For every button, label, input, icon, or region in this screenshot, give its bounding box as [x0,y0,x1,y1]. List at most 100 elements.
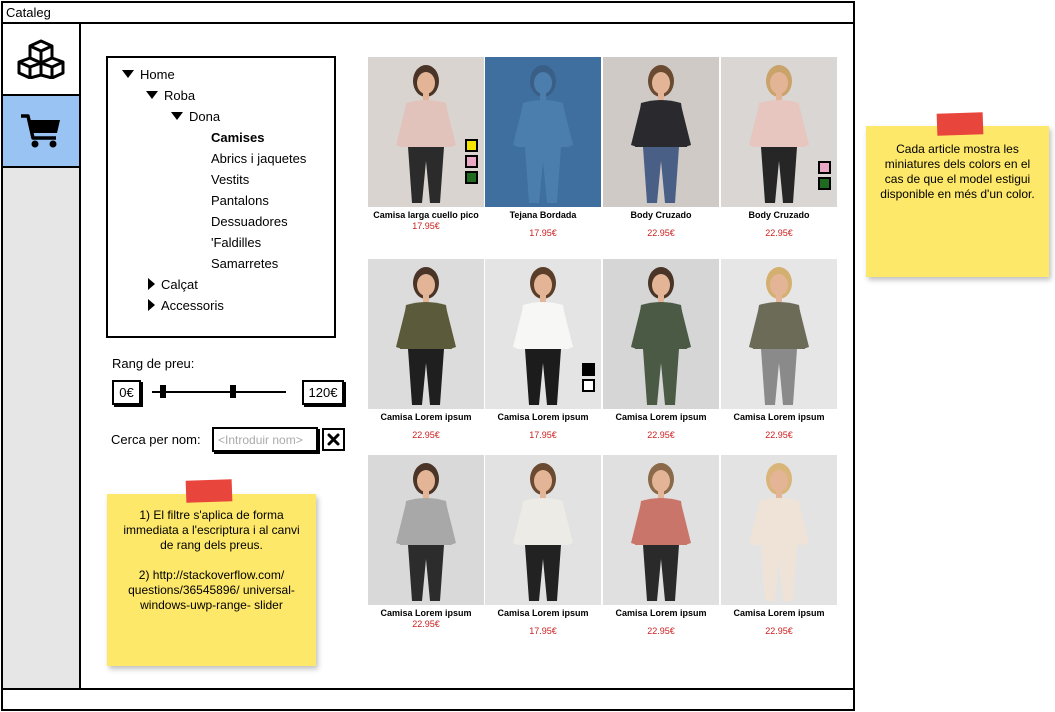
model-figure [631,267,691,405]
product-name: Camisa Lorem ipsum [380,412,472,422]
model-figure [631,463,691,601]
product-card[interactable]: Camisa Lorem ipsum 17.95€ [485,259,601,441]
close-icon [327,433,340,446]
product-price: 17.95€ [529,430,557,440]
category-tree: Home Roba Dona Camises Abrics i jaquetes… [106,56,336,338]
sidebar-item-cart[interactable] [3,96,79,168]
price-range-slider[interactable] [152,391,286,393]
price-range-label: Rang de preu: [112,356,195,371]
product-photo [603,57,719,207]
product-price: 22.95€ [412,619,440,629]
product-name: Camisa Lorem ipsum [497,608,589,618]
tree-node-pantalons[interactable]: Pantalons [211,193,269,209]
expand-down-icon [146,91,158,99]
tree-node-dona[interactable]: Dona [171,109,220,125]
product-card[interactable]: Camisa Lorem ipsum 22.95€ [368,455,484,630]
product-name: Body Cruzado [630,210,692,220]
product-photo [368,259,484,409]
note-text-filter: 1) El filtre s'aplica de forma immediata… [123,508,300,552]
product-price: 22.95€ [412,430,440,440]
price-min-field[interactable]: 0€ [112,380,141,405]
product-photo [603,455,719,605]
product-card[interactable]: Body Cruzado 22.95€ [603,57,719,239]
product-card[interactable]: Camisa Lorem ipsum 22.95€ [368,259,484,441]
product-name: Camisa Lorem ipsum [733,412,825,422]
color-swatch[interactable] [582,363,595,376]
product-photo [721,57,837,207]
price-max-field[interactable]: 120€ [302,380,344,405]
tree-node-home[interactable]: Home [122,67,175,83]
product-name: Camisa Lorem ipsum [615,412,707,422]
expand-right-icon [148,278,155,290]
product-price: 22.95€ [765,430,793,440]
product-name: Body Cruzado [748,210,810,220]
sidebar-item-catalog[interactable] [3,24,79,96]
expand-down-icon [122,70,134,78]
product-name: Camisa Lorem ipsum [380,608,472,618]
expand-down-icon [171,112,183,120]
tape-decoration [936,112,984,136]
product-card[interactable]: Body Cruzado 22.95€ [721,57,837,239]
color-swatches [465,139,478,184]
tape-decoration [185,479,233,503]
product-photo [721,259,837,409]
tree-node-accessoris[interactable]: Accessoris [148,298,224,314]
color-swatch[interactable] [465,139,478,152]
product-name: Camisa Lorem ipsum [497,412,589,422]
price-min-handle[interactable] [160,385,166,398]
model-figure [396,267,456,405]
product-price: 22.95€ [765,626,793,636]
tree-node-camises[interactable]: Camises [211,130,264,146]
product-photo [368,57,484,207]
tree-node-abrics[interactable]: Abrics i jaquetes [211,151,306,167]
product-card[interactable]: Tejana Bordada 17.95€ [485,57,601,239]
product-photo [368,455,484,605]
model-figure [749,267,809,405]
model-figure [396,463,456,601]
clear-search-button[interactable] [322,428,345,451]
color-swatches [818,161,831,190]
product-price: 17.95€ [412,221,440,231]
product-price: 17.95€ [529,626,557,636]
color-swatch[interactable] [818,177,831,190]
tree-node-faldilles[interactable]: 'Faldilles [211,235,261,251]
product-price: 22.95€ [647,228,675,238]
product-photo [485,57,601,207]
expand-right-icon [148,299,155,311]
tree-node-dessuadores[interactable]: Dessuadores [211,214,288,230]
tree-node-roba[interactable]: Roba [146,88,195,104]
product-card[interactable]: Camisa larga cuello pico 17.95€ [368,57,484,232]
product-price: 22.95€ [647,626,675,636]
color-swatches [582,363,595,392]
model-figure [513,65,573,203]
product-photo [485,259,601,409]
model-figure [631,65,691,203]
price-max-handle[interactable] [230,385,236,398]
color-swatch[interactable] [818,161,831,174]
product-price: 22.95€ [647,430,675,440]
color-swatch[interactable] [582,379,595,392]
product-name: Tejana Bordada [509,210,577,220]
model-figure [513,463,573,601]
color-swatch[interactable] [465,155,478,168]
status-bar [3,688,853,709]
product-card[interactable]: Camisa Lorem ipsum 22.95€ [603,259,719,441]
product-card[interactable]: Camisa Lorem ipsum 22.95€ [721,259,837,441]
sidebar [3,24,81,688]
product-photo [721,455,837,605]
model-figure [396,65,456,203]
tree-node-calcat[interactable]: Calçat [148,277,198,293]
product-price: 17.95€ [529,228,557,238]
color-swatch[interactable] [465,171,478,184]
product-photo [485,455,601,605]
search-input[interactable] [212,427,318,452]
tree-node-vestits[interactable]: Vestits [211,172,249,188]
tree-node-samarretes[interactable]: Samarretes [211,256,278,272]
product-card[interactable]: Camisa Lorem ipsum 22.95€ [603,455,719,637]
product-photo [603,259,719,409]
sticky-note-colors: Cada article mostra les miniatures dels … [866,126,1049,277]
sticky-note-filter: 1) El filtre s'aplica de forma immediata… [107,494,316,666]
product-card[interactable]: Camisa Lorem ipsum 17.95€ [485,455,601,637]
product-card[interactable]: Camisa Lorem ipsum 22.95€ [721,455,837,637]
product-price: 22.95€ [765,228,793,238]
